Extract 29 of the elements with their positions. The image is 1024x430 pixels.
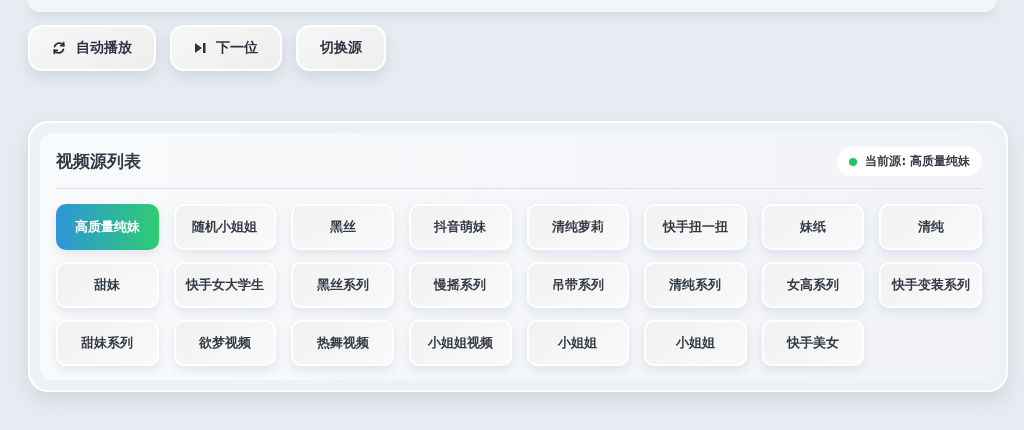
source-button[interactable]: 吊带系列	[526, 262, 630, 308]
source-button[interactable]: 快手女大学生	[173, 262, 277, 308]
source-button[interactable]: 妹纸	[761, 204, 865, 250]
toolbar-button[interactable]: 切换源	[296, 25, 386, 71]
source-button[interactable]: 慢摇系列	[408, 262, 512, 308]
refresh-icon	[52, 41, 66, 55]
source-button[interactable]: 甜妹系列	[56, 320, 159, 366]
source-button[interactable]: 甜妹	[56, 262, 159, 308]
panel-title: 视频源列表	[56, 150, 141, 173]
source-button[interactable]: 小姐姐视频	[408, 320, 512, 366]
source-button[interactable]: 快手扭一扭	[644, 204, 747, 250]
toolbar-button[interactable]: 下一位	[170, 25, 282, 71]
source-button[interactable]: 欲梦视频	[173, 320, 277, 366]
source-button[interactable]: 快手变装系列	[879, 262, 982, 308]
source-button[interactable]: 快手美女	[761, 320, 865, 366]
source-button[interactable]: 小姐姐	[526, 320, 630, 366]
source-button[interactable]: 清纯	[879, 204, 982, 250]
current-source-label: 当前源: 高质量纯妹	[865, 154, 970, 169]
source-button[interactable]: 清纯系列	[644, 262, 747, 308]
skip-next-icon	[194, 42, 206, 54]
toolbar-button[interactable]: 自动播放	[28, 25, 156, 71]
source-button[interactable]: 黑丝	[291, 204, 394, 250]
source-button[interactable]: 热舞视频	[291, 320, 394, 366]
source-button[interactable]: 清纯萝莉	[526, 204, 630, 250]
source-button[interactable]: 抖音萌妹	[408, 204, 512, 250]
source-button[interactable]: 黑丝系列	[291, 262, 394, 308]
source-button[interactable]: 女高系列	[761, 262, 865, 308]
source-button[interactable]: 小姐姐	[644, 320, 747, 366]
source-button[interactable]: 随机小姐姐	[173, 204, 277, 250]
